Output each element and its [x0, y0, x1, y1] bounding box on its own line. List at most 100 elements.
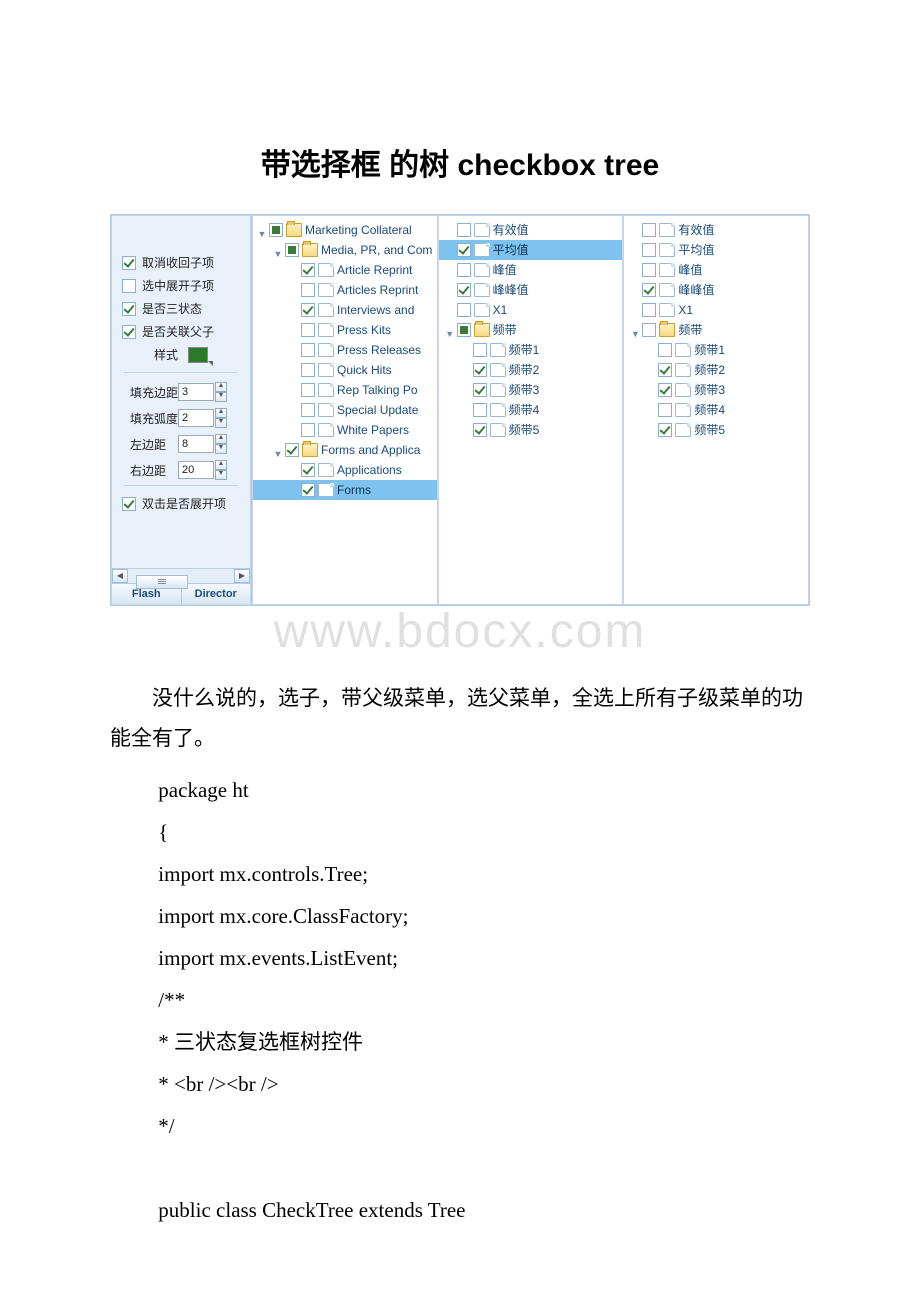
checkbox-icon[interactable]: [301, 343, 315, 357]
disclosure-icon[interactable]: ▼: [257, 225, 267, 235]
horizontal-scrollbar[interactable]: ◀ ▶: [112, 568, 250, 583]
checkbox-icon[interactable]: [658, 343, 672, 357]
tree-node[interactable]: 频带3: [439, 380, 623, 400]
tree-node[interactable]: 平均值: [439, 240, 623, 260]
tree-node[interactable]: Press Releases: [253, 340, 437, 360]
tree-node[interactable]: Forms: [253, 480, 437, 500]
color-picker[interactable]: [188, 347, 208, 363]
checkbox-icon[interactable]: [301, 323, 315, 337]
spinner-up-icon[interactable]: ▲: [215, 460, 227, 470]
checkbox-icon[interactable]: [457, 243, 471, 257]
disclosure-icon[interactable]: ▼: [630, 325, 640, 335]
option-row[interactable]: 是否三状态: [112, 297, 250, 320]
tree-node[interactable]: ▼频带: [439, 320, 623, 340]
tree-node[interactable]: 峰峰值: [439, 280, 623, 300]
tree-node[interactable]: 峰值: [439, 260, 623, 280]
checkbox-icon[interactable]: [457, 303, 471, 317]
option-row[interactable]: 选中展开子项: [112, 274, 250, 297]
number-input[interactable]: 2: [178, 409, 214, 427]
checkbox-icon[interactable]: [473, 403, 487, 417]
tree-node[interactable]: ▼Media, PR, and Com: [253, 240, 437, 260]
spinner-down-icon[interactable]: ▼: [215, 418, 227, 428]
checkbox-icon[interactable]: [658, 403, 672, 417]
checkbox-icon[interactable]: [122, 325, 136, 339]
number-input[interactable]: 20: [178, 461, 214, 479]
tree-node[interactable]: 频带5: [439, 420, 623, 440]
tree-node[interactable]: 峰值: [624, 260, 808, 280]
checkbox-icon[interactable]: [301, 283, 315, 297]
tree-node[interactable]: Quick Hits: [253, 360, 437, 380]
option-row[interactable]: 是否关联父子: [112, 320, 250, 343]
tree-node[interactable]: 频带4: [439, 400, 623, 420]
tree-node[interactable]: Applications: [253, 460, 437, 480]
tree-node[interactable]: Rep Talking Po: [253, 380, 437, 400]
tab-director[interactable]: Director: [182, 584, 251, 604]
tree-node[interactable]: 频带5: [624, 420, 808, 440]
checkbox-icon[interactable]: [122, 302, 136, 316]
spinner[interactable]: ▲▼: [215, 382, 227, 402]
tree-node[interactable]: ▼Marketing Collateral: [253, 220, 437, 240]
checkbox-icon[interactable]: [642, 303, 656, 317]
spinner-up-icon[interactable]: ▲: [215, 434, 227, 444]
checkbox-icon[interactable]: [473, 363, 487, 377]
checkbox-icon[interactable]: [301, 463, 315, 477]
tree-node[interactable]: 峰峰值: [624, 280, 808, 300]
checkbox-icon[interactable]: [122, 497, 136, 511]
checkbox-icon[interactable]: [642, 283, 656, 297]
checkbox-icon[interactable]: [122, 256, 136, 270]
scroll-thumb[interactable]: [136, 575, 188, 589]
checkbox-icon[interactable]: [122, 279, 136, 293]
dblclick-row[interactable]: 双击是否展开项: [112, 492, 250, 515]
spinner-down-icon[interactable]: ▼: [215, 392, 227, 402]
scroll-left-icon[interactable]: ◀: [112, 569, 128, 583]
scroll-right-icon[interactable]: ▶: [234, 569, 250, 583]
tree-node[interactable]: Press Kits: [253, 320, 437, 340]
tree-node[interactable]: Special Update: [253, 400, 437, 420]
tree-node[interactable]: 频带2: [624, 360, 808, 380]
option-row[interactable]: 取消收回子项: [112, 251, 250, 274]
tree-node[interactable]: ▼频带: [624, 320, 808, 340]
spinner-down-icon[interactable]: ▼: [215, 470, 227, 480]
checkbox-icon[interactable]: [301, 423, 315, 437]
number-input[interactable]: 8: [178, 435, 214, 453]
checkbox-icon[interactable]: [457, 223, 471, 237]
spinner[interactable]: ▲▼: [215, 460, 227, 480]
checkbox-icon[interactable]: [642, 323, 656, 337]
checkbox-icon[interactable]: [269, 223, 283, 237]
checkbox-icon[interactable]: [285, 443, 299, 457]
checkbox-icon[interactable]: [301, 483, 315, 497]
spinner[interactable]: ▲▼: [215, 408, 227, 428]
checkbox-icon[interactable]: [473, 383, 487, 397]
number-input[interactable]: 3: [178, 383, 214, 401]
tree-node[interactable]: 频带3: [624, 380, 808, 400]
disclosure-icon[interactable]: ▼: [273, 245, 283, 255]
checkbox-icon[interactable]: [658, 363, 672, 377]
tree-node[interactable]: 平均值: [624, 240, 808, 260]
disclosure-icon[interactable]: ▼: [445, 325, 455, 335]
checkbox-icon[interactable]: [658, 423, 672, 437]
tree-node[interactable]: 有效值: [439, 220, 623, 240]
tree-node[interactable]: X1: [624, 300, 808, 320]
tree-node[interactable]: Articles Reprint: [253, 280, 437, 300]
checkbox-icon[interactable]: [285, 243, 299, 257]
tree-node[interactable]: Article Reprint: [253, 260, 437, 280]
spinner-up-icon[interactable]: ▲: [215, 382, 227, 392]
checkbox-icon[interactable]: [473, 423, 487, 437]
checkbox-icon[interactable]: [301, 403, 315, 417]
checkbox-icon[interactable]: [301, 383, 315, 397]
tree-node[interactable]: 有效值: [624, 220, 808, 240]
tree-node[interactable]: White Papers: [253, 420, 437, 440]
checkbox-icon[interactable]: [658, 383, 672, 397]
checkbox-icon[interactable]: [473, 343, 487, 357]
checkbox-icon[interactable]: [457, 283, 471, 297]
checkbox-icon[interactable]: [301, 263, 315, 277]
checkbox-icon[interactable]: [457, 323, 471, 337]
tree-node[interactable]: 频带1: [624, 340, 808, 360]
checkbox-icon[interactable]: [642, 223, 656, 237]
tree-node[interactable]: X1: [439, 300, 623, 320]
checkbox-icon[interactable]: [301, 363, 315, 377]
checkbox-icon[interactable]: [301, 303, 315, 317]
checkbox-icon[interactable]: [457, 263, 471, 277]
spinner-up-icon[interactable]: ▲: [215, 408, 227, 418]
checkbox-icon[interactable]: [642, 243, 656, 257]
